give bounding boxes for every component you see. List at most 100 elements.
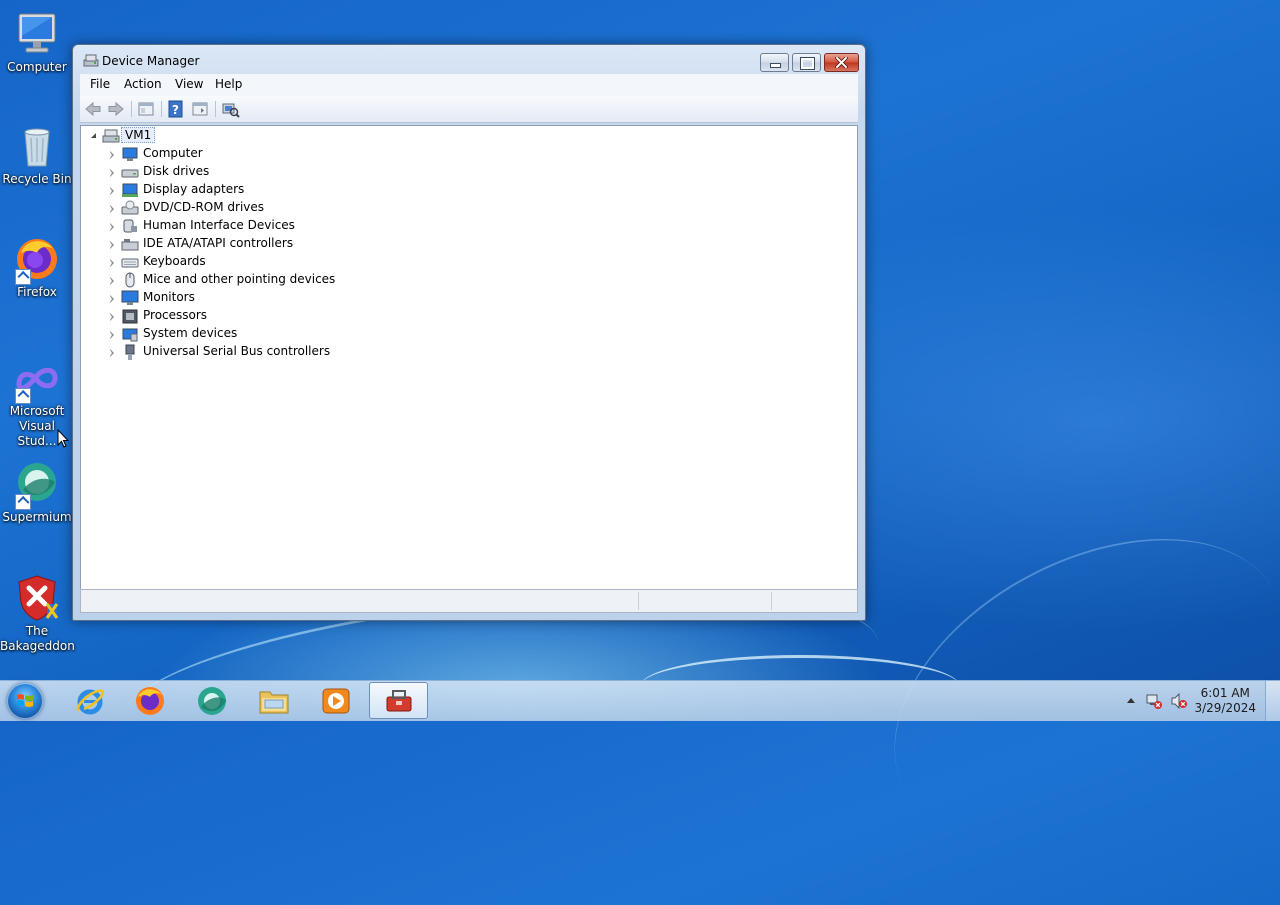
hid-icon [123, 219, 137, 233]
tree-item-label: Disk drives [143, 164, 210, 178]
disk-drive-icon [121, 169, 139, 178]
expand-arrow-icon[interactable] [110, 241, 114, 249]
device-manager-window[interactable]: Device Manager File Action View Help ? V… [72, 44, 866, 621]
tree-item-label: Display adapters [143, 182, 245, 196]
tree-item[interactable]: Mice and other pointing devices [81, 271, 341, 289]
back-button[interactable] [83, 100, 103, 118]
usb-icon [125, 344, 135, 360]
expand-arrow-icon[interactable] [110, 295, 114, 303]
device-manager-icon [83, 54, 99, 67]
toolbar-separator [161, 101, 162, 117]
desktop-icon-label: Firefox [17, 285, 57, 299]
maximize-button[interactable] [792, 53, 821, 72]
tree-item[interactable]: Computer [81, 145, 341, 163]
desktop-icon-firefox[interactable]: Firefox [0, 235, 74, 300]
expand-arrow-icon[interactable] [110, 205, 114, 213]
svg-text:?: ? [172, 103, 179, 117]
tree-item-label: Monitors [143, 290, 195, 304]
tree-root-label: VM1 [121, 127, 156, 143]
tree-item[interactable]: Disk drives [81, 163, 341, 181]
monitor-icon [121, 290, 139, 305]
expand-arrow-icon[interactable] [110, 349, 114, 357]
menu-file[interactable]: File [90, 77, 110, 91]
scan-for-hardware-changes-button[interactable] [220, 100, 240, 118]
show-hide-console-tree-button[interactable] [136, 100, 156, 118]
mouse-icon [125, 272, 135, 288]
media-player-icon [322, 688, 350, 714]
tree-item[interactable]: Keyboards [81, 253, 341, 271]
tree-item[interactable]: Processors [81, 307, 341, 325]
tree-item-label: Keyboards [143, 254, 206, 268]
firefox-icon [13, 235, 61, 285]
tree-item-label: Mice and other pointing devices [143, 272, 336, 286]
collapse-arrow-icon [91, 133, 96, 138]
properties-button[interactable] [190, 100, 210, 118]
title-bar[interactable]: Device Manager [73, 45, 865, 75]
taskbar-firefox[interactable] [122, 682, 178, 719]
desktop-icon-supermium[interactable]: Supermium [0, 460, 74, 525]
desktop-icon-label: Computer [7, 60, 67, 74]
tree-item-label: DVD/CD-ROM drives [143, 200, 265, 214]
close-button[interactable] [824, 53, 859, 72]
taskbar-supermium[interactable] [184, 682, 240, 719]
tree-root[interactable]: VM1 [81, 127, 281, 145]
shield-error-icon [13, 574, 61, 622]
forward-arrow-icon [108, 101, 124, 117]
tray-volume[interactable] [1171, 692, 1187, 710]
taskbar-media-player[interactable] [308, 682, 364, 719]
show-hidden-icons-button[interactable] [1124, 693, 1140, 709]
minimize-button[interactable] [760, 53, 789, 72]
expand-arrow-icon[interactable] [110, 277, 114, 285]
help-button[interactable]: ? [166, 100, 186, 118]
expand-arrow-icon[interactable] [110, 313, 114, 321]
taskbar-internet-explorer[interactable] [62, 682, 118, 719]
desktop-icon-label: The Bakageddon [0, 624, 75, 653]
device-tree[interactable]: VM1 Computer Disk drives Display adapters D… [80, 125, 858, 591]
supermium-icon [13, 460, 61, 510]
maximize-icon [800, 57, 815, 70]
shortcut-arrow-icon [15, 494, 31, 510]
desktop-icon-computer[interactable]: Computer [0, 10, 74, 75]
expand-arrow-icon[interactable] [110, 187, 114, 195]
start-button[interactable] [7, 683, 43, 719]
expand-arrow-icon[interactable] [110, 259, 114, 267]
supermium-icon [198, 687, 226, 715]
tree-item[interactable]: System devices [81, 325, 341, 343]
show-desktop-button[interactable] [1265, 681, 1280, 721]
clock-time: 6:01 AM [1200, 686, 1250, 700]
shortcut-arrow-icon [15, 388, 31, 404]
toolbar: ? [80, 96, 858, 123]
expand-arrow-icon[interactable] [110, 169, 114, 177]
clock-date: 3/29/2024 [1194, 701, 1256, 715]
forward-button[interactable] [106, 100, 126, 118]
tree-item-label: IDE ATA/ATAPI controllers [143, 236, 294, 250]
menu-view[interactable]: View [175, 77, 203, 91]
taskbar-device-manager[interactable] [369, 682, 428, 719]
shortcut-arrow-icon [15, 269, 31, 285]
desktop-icon-recycle-bin[interactable]: Recycle Bin [0, 122, 74, 187]
tree-item[interactable]: Human Interface Devices [81, 217, 341, 235]
taskbar-file-explorer[interactable] [246, 682, 302, 719]
chevron-up-icon [1127, 698, 1135, 703]
toolbar-separator [215, 101, 216, 117]
desktop-icon-bakageddon[interactable]: The Bakageddon [0, 574, 75, 654]
window-title: Device Manager [102, 54, 200, 68]
tray-network[interactable] [1146, 693, 1162, 709]
tree-item[interactable]: DVD/CD-ROM drives [81, 199, 341, 217]
expand-arrow-icon[interactable] [110, 151, 114, 159]
menu-action[interactable]: Action [124, 77, 162, 91]
expand-arrow-icon[interactable] [110, 331, 114, 339]
tree-item[interactable]: Universal Serial Bus controllers [81, 343, 341, 361]
dvd-drive-icon [121, 200, 139, 215]
system-clock[interactable]: 6:01 AM 3/29/2024 [1194, 686, 1256, 716]
tree-item-label: Human Interface Devices [143, 218, 295, 232]
expand-arrow-icon[interactable] [110, 223, 114, 231]
taskbar: 6:01 AM 3/29/2024 [0, 680, 1280, 721]
visual-studio-icon [13, 360, 61, 404]
tree-item[interactable]: Display adapters [81, 181, 341, 199]
device-manager-icon [386, 690, 412, 712]
computer-host-icon [102, 129, 120, 143]
menu-help[interactable]: Help [215, 77, 242, 91]
tree-item[interactable]: Monitors [81, 289, 341, 307]
tree-item[interactable]: IDE ATA/ATAPI controllers [81, 235, 341, 253]
